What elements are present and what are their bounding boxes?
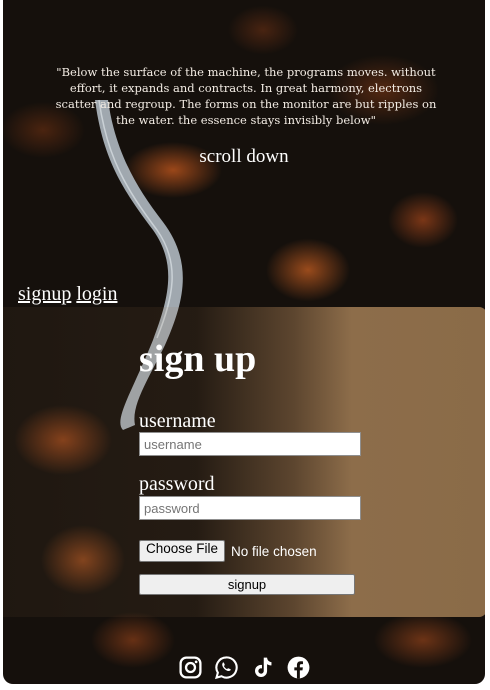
form-title: sign up [139,338,257,380]
file-upload-row: Choose File No file chosen [139,540,317,562]
scroll-down-link[interactable]: scroll down [3,146,485,168]
tab-login[interactable]: login [76,283,117,305]
tab-signup[interactable]: signup [18,283,71,305]
whatsapp-icon[interactable] [214,655,239,680]
username-label: username [139,410,216,432]
tiktok-icon[interactable] [250,655,275,680]
facebook-icon[interactable] [286,655,311,680]
instagram-icon[interactable] [178,655,203,680]
username-input[interactable] [139,432,361,456]
hero-quote: "Below the surface of the machine, the p… [55,65,437,127]
signup-button[interactable]: signup [139,574,355,595]
file-status: No file chosen [231,543,317,559]
page-background: "Below the surface of the machine, the p… [3,0,485,684]
password-label: password [139,473,215,495]
signup-form-card: sign up username password Choose File No… [3,307,485,617]
password-input[interactable] [139,496,361,520]
auth-tabs: signup login [18,283,117,306]
social-links [178,655,311,680]
choose-file-button[interactable]: Choose File [139,540,226,562]
